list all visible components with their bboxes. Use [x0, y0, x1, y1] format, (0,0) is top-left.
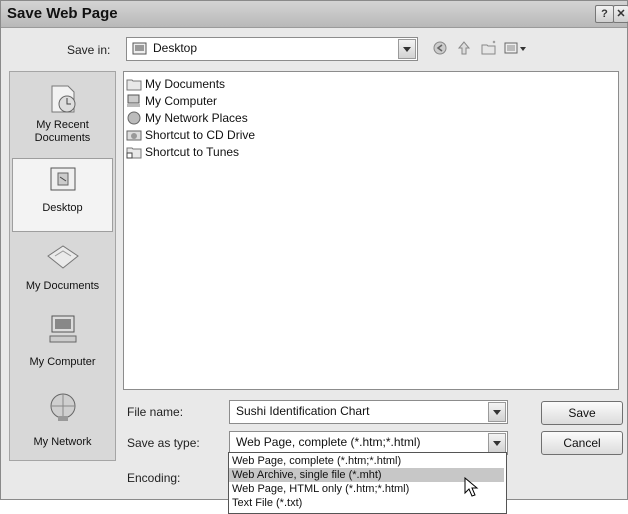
- recent-documents-icon: [51, 85, 75, 113]
- list-item[interactable]: My Documents: [126, 76, 225, 92]
- file-name: My Computer: [145, 94, 218, 108]
- list-item[interactable]: My Computer: [126, 93, 217, 109]
- cancel-button[interactable]: Cancel: [541, 431, 623, 455]
- place-label: My Network: [33, 436, 92, 448]
- place-my-network[interactable]: My Network: [10, 390, 115, 452]
- place-my-recent-documents[interactable]: My Recent Documents: [10, 80, 115, 150]
- save-button[interactable]: Save: [541, 401, 623, 425]
- place-my-computer[interactable]: My Computer: [10, 312, 115, 374]
- folder-icon: [126, 79, 142, 91]
- desktop-small-icon: [132, 42, 147, 55]
- file-name: Shortcut to CD Drive: [145, 128, 256, 142]
- file-name-value: Sushi Identification Chart: [236, 404, 370, 418]
- list-item[interactable]: Shortcut to CD Drive: [126, 127, 255, 143]
- close-button[interactable]: ✕: [613, 5, 628, 23]
- computer-icon: [127, 94, 140, 107]
- file-list[interactable]: My Documents My Computer My Network Plac…: [123, 71, 619, 390]
- list-item[interactable]: Shortcut to Tunes: [126, 144, 239, 160]
- my-documents-icon: [46, 245, 79, 269]
- type-option[interactable]: Web Page, complete (*.htm;*.html): [229, 454, 504, 468]
- place-desktop[interactable]: Desktop: [12, 158, 113, 232]
- folder-shortcut-icon: [126, 147, 142, 159]
- file-name-dropdown-button[interactable]: [488, 402, 506, 422]
- type-option[interactable]: Text File (*.txt): [229, 496, 504, 510]
- places-bar: My Recent Documents Desktop My Documents…: [9, 71, 116, 461]
- type-option-highlighted[interactable]: Web Archive, single file (*.mht): [229, 468, 504, 482]
- file-name-label: File name:: [127, 405, 184, 419]
- save-in-dropdown-button[interactable]: [398, 39, 416, 59]
- my-network-icon: [50, 393, 75, 421]
- title-bar[interactable]: Save Web Page ? ✕: [1, 1, 628, 28]
- save-as-type-value: Web Page, complete (*.htm;*.html): [236, 435, 421, 449]
- place-my-documents[interactable]: My Documents: [10, 240, 115, 300]
- encoding-label: Encoding:: [127, 471, 181, 485]
- help-button[interactable]: ?: [595, 5, 614, 23]
- save-web-page-dialog: Save Web Page ? ✕ Save in: Desktop My Re…: [0, 0, 628, 500]
- save-in-combo[interactable]: Desktop: [126, 37, 418, 61]
- my-computer-icon: [49, 315, 76, 343]
- place-label: Documents: [34, 132, 91, 144]
- file-name: Shortcut to Tunes: [145, 145, 240, 159]
- save-as-type-label: Save as type:: [127, 436, 200, 450]
- network-icon: [127, 111, 141, 125]
- back-icon[interactable]: [431, 39, 449, 57]
- views-menu-icon[interactable]: [503, 39, 529, 57]
- save-as-type-dropdown-button[interactable]: [488, 433, 506, 453]
- file-name: My Documents: [145, 77, 226, 91]
- place-label: My Documents: [25, 280, 100, 292]
- cd-shortcut-icon: [126, 130, 142, 141]
- dialog-title: Save Web Page: [7, 5, 118, 22]
- save-in-label: Save in:: [67, 43, 111, 57]
- place-label: My Recent: [36, 119, 89, 131]
- place-label: My Computer: [29, 356, 96, 368]
- place-label: Desktop: [42, 202, 83, 214]
- type-option[interactable]: Web Page, HTML only (*.htm;*.html): [229, 482, 504, 496]
- desktop-icon: [50, 167, 75, 191]
- list-item[interactable]: My Network Places: [126, 110, 248, 126]
- up-folder-icon[interactable]: [455, 39, 473, 57]
- file-name: My Network Places: [145, 111, 248, 125]
- file-name-field[interactable]: Sushi Identification Chart: [229, 400, 508, 424]
- save-in-value: Desktop: [153, 41, 198, 55]
- mouse-pointer-icon: [464, 477, 479, 497]
- new-folder-icon[interactable]: [479, 39, 499, 57]
